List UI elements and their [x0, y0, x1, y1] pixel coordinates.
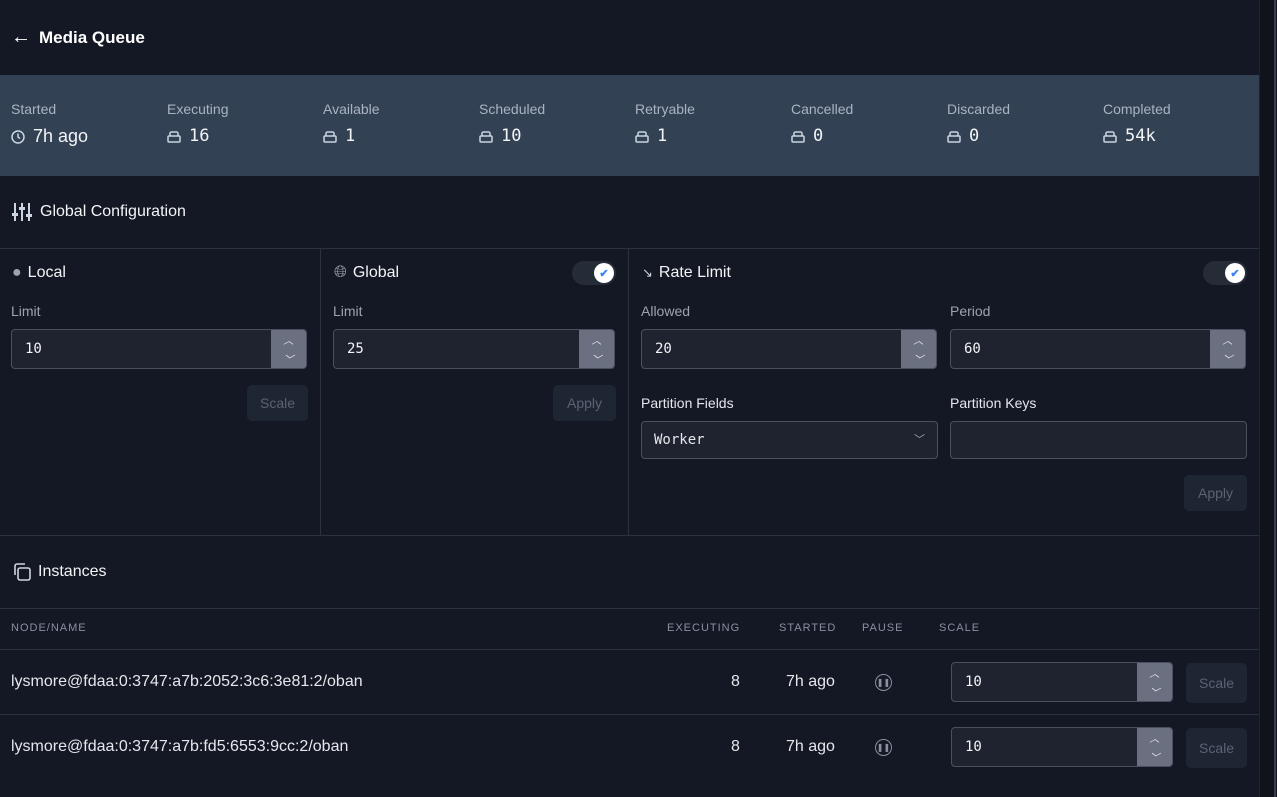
chevron-up-icon: ︿: [1149, 669, 1160, 680]
clock-icon: [11, 129, 25, 144]
chevron-up-icon: ︿: [591, 336, 602, 347]
chevron-down-icon: ﹀: [1149, 688, 1160, 699]
global-panel-title: 🌐︎ Global: [334, 264, 400, 281]
local-limit-input[interactable]: 10 ︿ ﹀: [11, 329, 307, 369]
chevron-up-icon: ︿: [1222, 336, 1233, 347]
pause-icon[interactable]: ❚❚: [875, 674, 892, 691]
pause-icon[interactable]: ❚❚: [875, 739, 892, 756]
globe-icon: 🌐︎: [334, 264, 347, 281]
stack-icon: [635, 130, 649, 143]
period-label: Period: [950, 303, 991, 319]
stack-icon: [479, 130, 493, 143]
stat-cancelled: Cancelled 0: [791, 101, 854, 146]
col-started: STARTED: [779, 622, 837, 634]
period-input[interactable]: 60 ︿ ﹀: [950, 329, 1246, 369]
chevron-up-icon: ︿: [283, 336, 294, 347]
partition-keys-input[interactable]: [950, 421, 1247, 459]
chevron-down-icon: ﹀: [914, 434, 925, 446]
global-limit-input[interactable]: 25 ︿ ﹀: [333, 329, 615, 369]
rate-limit-toggle[interactable]: ✔: [1203, 261, 1247, 285]
sliders-icon: [12, 203, 32, 221]
chevron-down-icon: ﹀: [913, 355, 924, 366]
stats-bar: Started 7h ago Executing 16 Available 1 Schedu…: [0, 75, 1259, 176]
header: ← Media Queue: [11, 26, 145, 49]
stat-retryable: Retryable 1: [635, 101, 695, 146]
global-apply-button[interactable]: Apply: [553, 385, 616, 421]
stack-icon: [323, 130, 337, 143]
scale-button[interactable]: Scale: [1186, 728, 1247, 768]
table-row: lysmore@fdaa:0:3747:a7b:2052:3c6:3e81:2/…: [0, 649, 1259, 714]
chevron-up-icon: ︿: [1149, 734, 1160, 745]
local-limit-label: Limit: [11, 303, 41, 319]
arrow-left-icon[interactable]: ←: [11, 26, 31, 49]
chevron-down-icon: ﹀: [591, 355, 602, 366]
stack-icon: [947, 130, 961, 143]
check-icon: ✔: [594, 263, 614, 283]
page-title: Media Queue: [39, 27, 145, 47]
col-pause: PAUSE: [862, 622, 904, 634]
chevron-down-icon: ﹀: [283, 355, 294, 366]
copy-icon: [14, 563, 31, 581]
check-icon: ✔: [1225, 263, 1245, 283]
map-pin-icon: ●: [12, 264, 22, 281]
scale-button[interactable]: Scale: [1186, 663, 1247, 703]
partition-fields-select[interactable]: Worker ﹀: [641, 421, 938, 459]
local-panel-title: ● Local: [12, 264, 66, 281]
stat-scheduled: Scheduled 10: [479, 101, 546, 146]
partition-keys-label: Partition Keys: [950, 395, 1037, 411]
scrollbar[interactable]: [1259, 0, 1277, 797]
stack-icon: [1103, 130, 1117, 143]
col-scale: SCALE: [939, 622, 981, 634]
stack-icon: [791, 130, 805, 143]
global-limit-label: Limit: [333, 303, 363, 319]
main: ← Media Queue Started 7h ago Executing 16 Av…: [0, 0, 1259, 797]
stat-executing: Executing 16: [167, 101, 229, 146]
trending-down-icon: ↘: [642, 265, 653, 280]
col-node: NODE/NAME: [11, 622, 87, 634]
scale-input[interactable]: 10 ︿ ﹀: [951, 662, 1173, 702]
global-config-heading: Global Configuration: [12, 202, 186, 222]
table-row: lysmore@fdaa:0:3747:a7b:fd5:6553:9cc:2/o…: [0, 714, 1259, 779]
stack-icon: [167, 130, 181, 143]
local-scale-button[interactable]: Scale: [247, 385, 308, 421]
chevron-down-icon: ﹀: [1222, 355, 1233, 366]
stat-available: Available 1: [323, 101, 380, 146]
instances-heading: Instances: [12, 562, 106, 582]
rate-limit-panel-title: ↘ Rate Limit: [642, 264, 731, 281]
chevron-up-icon: ︿: [913, 336, 924, 347]
col-executing: EXECUTING: [667, 622, 741, 634]
stat-completed: Completed 54k: [1103, 101, 1171, 146]
partition-fields-label: Partition Fields: [641, 395, 734, 411]
stat-started: Started 7h ago: [11, 101, 89, 146]
allowed-label: Allowed: [641, 303, 691, 319]
stat-discarded: Discarded 0: [947, 101, 1011, 146]
scale-input[interactable]: 10 ︿ ﹀: [951, 727, 1173, 767]
chevron-down-icon: ﹀: [1149, 753, 1160, 764]
global-toggle[interactable]: ✔: [572, 261, 616, 285]
rate-limit-apply-button[interactable]: Apply: [1184, 475, 1247, 511]
allowed-input[interactable]: 20 ︿ ﹀: [641, 329, 937, 369]
